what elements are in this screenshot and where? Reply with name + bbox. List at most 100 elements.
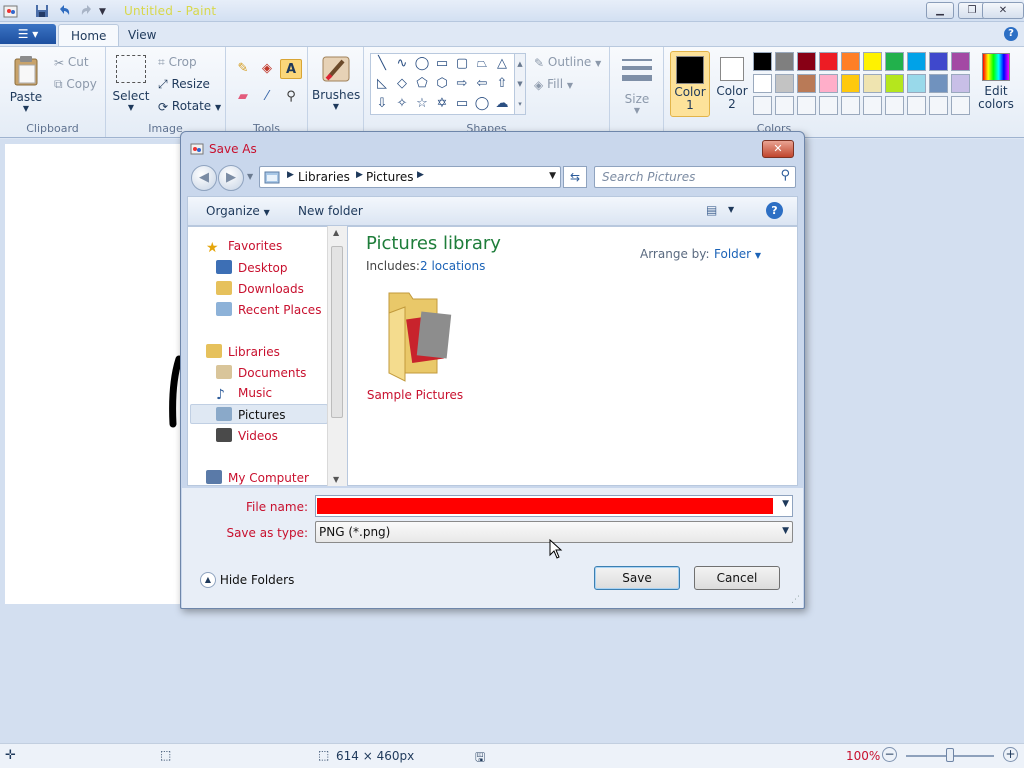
- nav-recent-places[interactable]: Recent Places: [216, 302, 321, 317]
- color-swatch[interactable]: [951, 74, 970, 93]
- color-swatch[interactable]: [885, 52, 904, 71]
- scroll-thumb[interactable]: [331, 246, 343, 418]
- color2-button[interactable]: Color 2: [714, 51, 750, 117]
- color-swatch[interactable]: [907, 74, 926, 93]
- customize-toolbar-icon[interactable]: ▼: [99, 7, 115, 23]
- color-swatch[interactable]: [841, 74, 860, 93]
- search-pictures-input[interactable]: Search Pictures ⚲: [594, 166, 796, 188]
- color-swatch[interactable]: [775, 52, 794, 71]
- nav-libraries[interactable]: Libraries: [206, 344, 280, 359]
- right-arrow-shape-icon[interactable]: ⇨: [452, 75, 472, 93]
- cut-button[interactable]: ✂ Cut: [54, 55, 89, 70]
- cloud-callout-shape-icon[interactable]: ☁: [492, 95, 512, 113]
- breadcrumb-arrow-icon[interactable]: ▶: [417, 170, 424, 180]
- breadcrumb-pictures[interactable]: Pictures: [366, 170, 414, 184]
- tab-view[interactable]: View: [116, 24, 168, 46]
- tab-home[interactable]: Home: [58, 24, 120, 46]
- scroll-up-icon[interactable]: ▲: [333, 228, 339, 237]
- nav-videos[interactable]: Videos: [216, 428, 278, 443]
- undo-icon[interactable]: [56, 3, 72, 19]
- brushes-button[interactable]: Brushes ▼: [312, 53, 360, 111]
- nav-my-computer[interactable]: My Computer: [206, 470, 309, 485]
- up-arrow-shape-icon[interactable]: ⇧: [492, 75, 512, 93]
- color-swatch[interactable]: [841, 52, 860, 71]
- diamond-shape-icon[interactable]: ◇: [392, 75, 412, 93]
- color-swatch[interactable]: [863, 96, 882, 115]
- library-locations-link[interactable]: 2 locations: [420, 259, 485, 273]
- scroll-down-icon[interactable]: ▼: [333, 475, 339, 484]
- right-triangle-shape-icon[interactable]: ◺: [372, 75, 392, 93]
- file-name-input[interactable]: ▼: [315, 495, 793, 517]
- crop-button[interactable]: ⌗ Crop: [158, 55, 197, 70]
- paste-button[interactable]: Paste ▼: [6, 53, 46, 113]
- paint-app-icon[interactable]: [3, 3, 19, 19]
- address-bar[interactable]: ▶ Libraries ▶ Pictures ▶ ▼: [259, 166, 561, 188]
- resize-grip-icon[interactable]: ⋰: [791, 595, 800, 605]
- color-swatch[interactable]: [753, 96, 772, 115]
- color-swatch[interactable]: [753, 74, 772, 93]
- breadcrumb-arrow-icon[interactable]: ▶: [287, 170, 294, 180]
- color-swatch[interactable]: [753, 52, 772, 71]
- nav-favorites[interactable]: ★ Favorites: [206, 239, 282, 255]
- curve-shape-icon[interactable]: ∿: [392, 55, 412, 73]
- five-point-star-shape-icon[interactable]: ☆: [412, 95, 432, 113]
- color-swatch[interactable]: [863, 74, 882, 93]
- left-arrow-shape-icon[interactable]: ⇦: [472, 75, 492, 93]
- close-window-button[interactable]: ✕: [982, 2, 1024, 19]
- rotate-button[interactable]: ⟳ Rotate ▼: [158, 99, 221, 114]
- zoom-out-button[interactable]: −: [882, 747, 897, 762]
- color-swatch[interactable]: [819, 96, 838, 115]
- color-swatch[interactable]: [907, 96, 926, 115]
- cancel-button[interactable]: Cancel: [694, 566, 780, 590]
- hide-folders-button[interactable]: ▲ Hide Folders: [200, 572, 294, 588]
- pencil-icon[interactable]: ✎: [232, 59, 254, 79]
- four-point-star-shape-icon[interactable]: ✧: [392, 95, 412, 113]
- zoom-slider-thumb[interactable]: [946, 748, 954, 762]
- organize-button[interactable]: Organize ▼: [206, 204, 270, 218]
- fill-button[interactable]: ◈ Fill ▼: [534, 77, 573, 92]
- minimize-button[interactable]: ▁: [926, 2, 954, 19]
- color-swatch[interactable]: [819, 74, 838, 93]
- nav-music[interactable]: ♪ Music: [216, 386, 272, 402]
- color-swatch[interactable]: [775, 96, 794, 115]
- callout-oval-shape-icon[interactable]: ◯: [472, 95, 492, 113]
- forward-button[interactable]: ▶: [218, 165, 244, 191]
- paint-menu-button[interactable]: ☰ ▾: [0, 24, 56, 44]
- color-picker-icon[interactable]: ⁄: [256, 87, 278, 107]
- outline-button[interactable]: ✎ Outline ▼: [534, 55, 601, 70]
- down-arrow-shape-icon[interactable]: ⇩: [372, 95, 392, 113]
- color-swatch[interactable]: [929, 74, 948, 93]
- save-button[interactable]: Save: [594, 566, 680, 590]
- color-swatch[interactable]: [797, 96, 816, 115]
- refresh-button[interactable]: ⇆: [563, 166, 587, 188]
- nav-pictures[interactable]: Pictures: [216, 407, 286, 422]
- hexagon-shape-icon[interactable]: ⬡: [432, 75, 452, 93]
- color-swatch[interactable]: [797, 52, 816, 71]
- color-swatch[interactable]: [885, 96, 904, 115]
- change-view-icon[interactable]: ▤: [706, 203, 717, 217]
- help-icon[interactable]: ?: [1004, 27, 1018, 41]
- dialog-close-button[interactable]: ✕: [762, 140, 794, 158]
- nav-desktop[interactable]: Desktop: [216, 260, 288, 275]
- back-button[interactable]: ◀: [191, 165, 217, 191]
- zoom-in-button[interactable]: +: [1003, 747, 1018, 762]
- rounded-rectangle-shape-icon[interactable]: ▢: [452, 55, 472, 73]
- color-swatch[interactable]: [797, 74, 816, 93]
- folder-item[interactable]: Sample Pictures: [360, 285, 470, 405]
- resize-button[interactable]: ⤢ Resize: [158, 77, 210, 92]
- breadcrumb-libraries[interactable]: Libraries: [298, 170, 350, 184]
- shapes-gallery-scroll[interactable]: ▲ ▼ ▾: [514, 53, 526, 115]
- color-swatch[interactable]: [885, 74, 904, 93]
- new-folder-button[interactable]: New folder: [298, 204, 363, 218]
- navigation-scrollbar[interactable]: ▲ ▼: [327, 226, 347, 486]
- pentagon-shape-icon[interactable]: ⬠: [412, 75, 432, 93]
- color-swatch[interactable]: [907, 52, 926, 71]
- nav-downloads[interactable]: Downloads: [216, 281, 304, 296]
- view-dropdown-icon[interactable]: ▼: [728, 205, 734, 214]
- search-icon[interactable]: ⚲: [780, 168, 790, 183]
- recent-locations-dropdown[interactable]: ▼: [247, 172, 253, 181]
- size-button[interactable]: Size ▼: [618, 55, 656, 115]
- oval-shape-icon[interactable]: ◯: [412, 55, 432, 73]
- color-swatch[interactable]: [775, 74, 794, 93]
- save-icon[interactable]: [34, 3, 50, 19]
